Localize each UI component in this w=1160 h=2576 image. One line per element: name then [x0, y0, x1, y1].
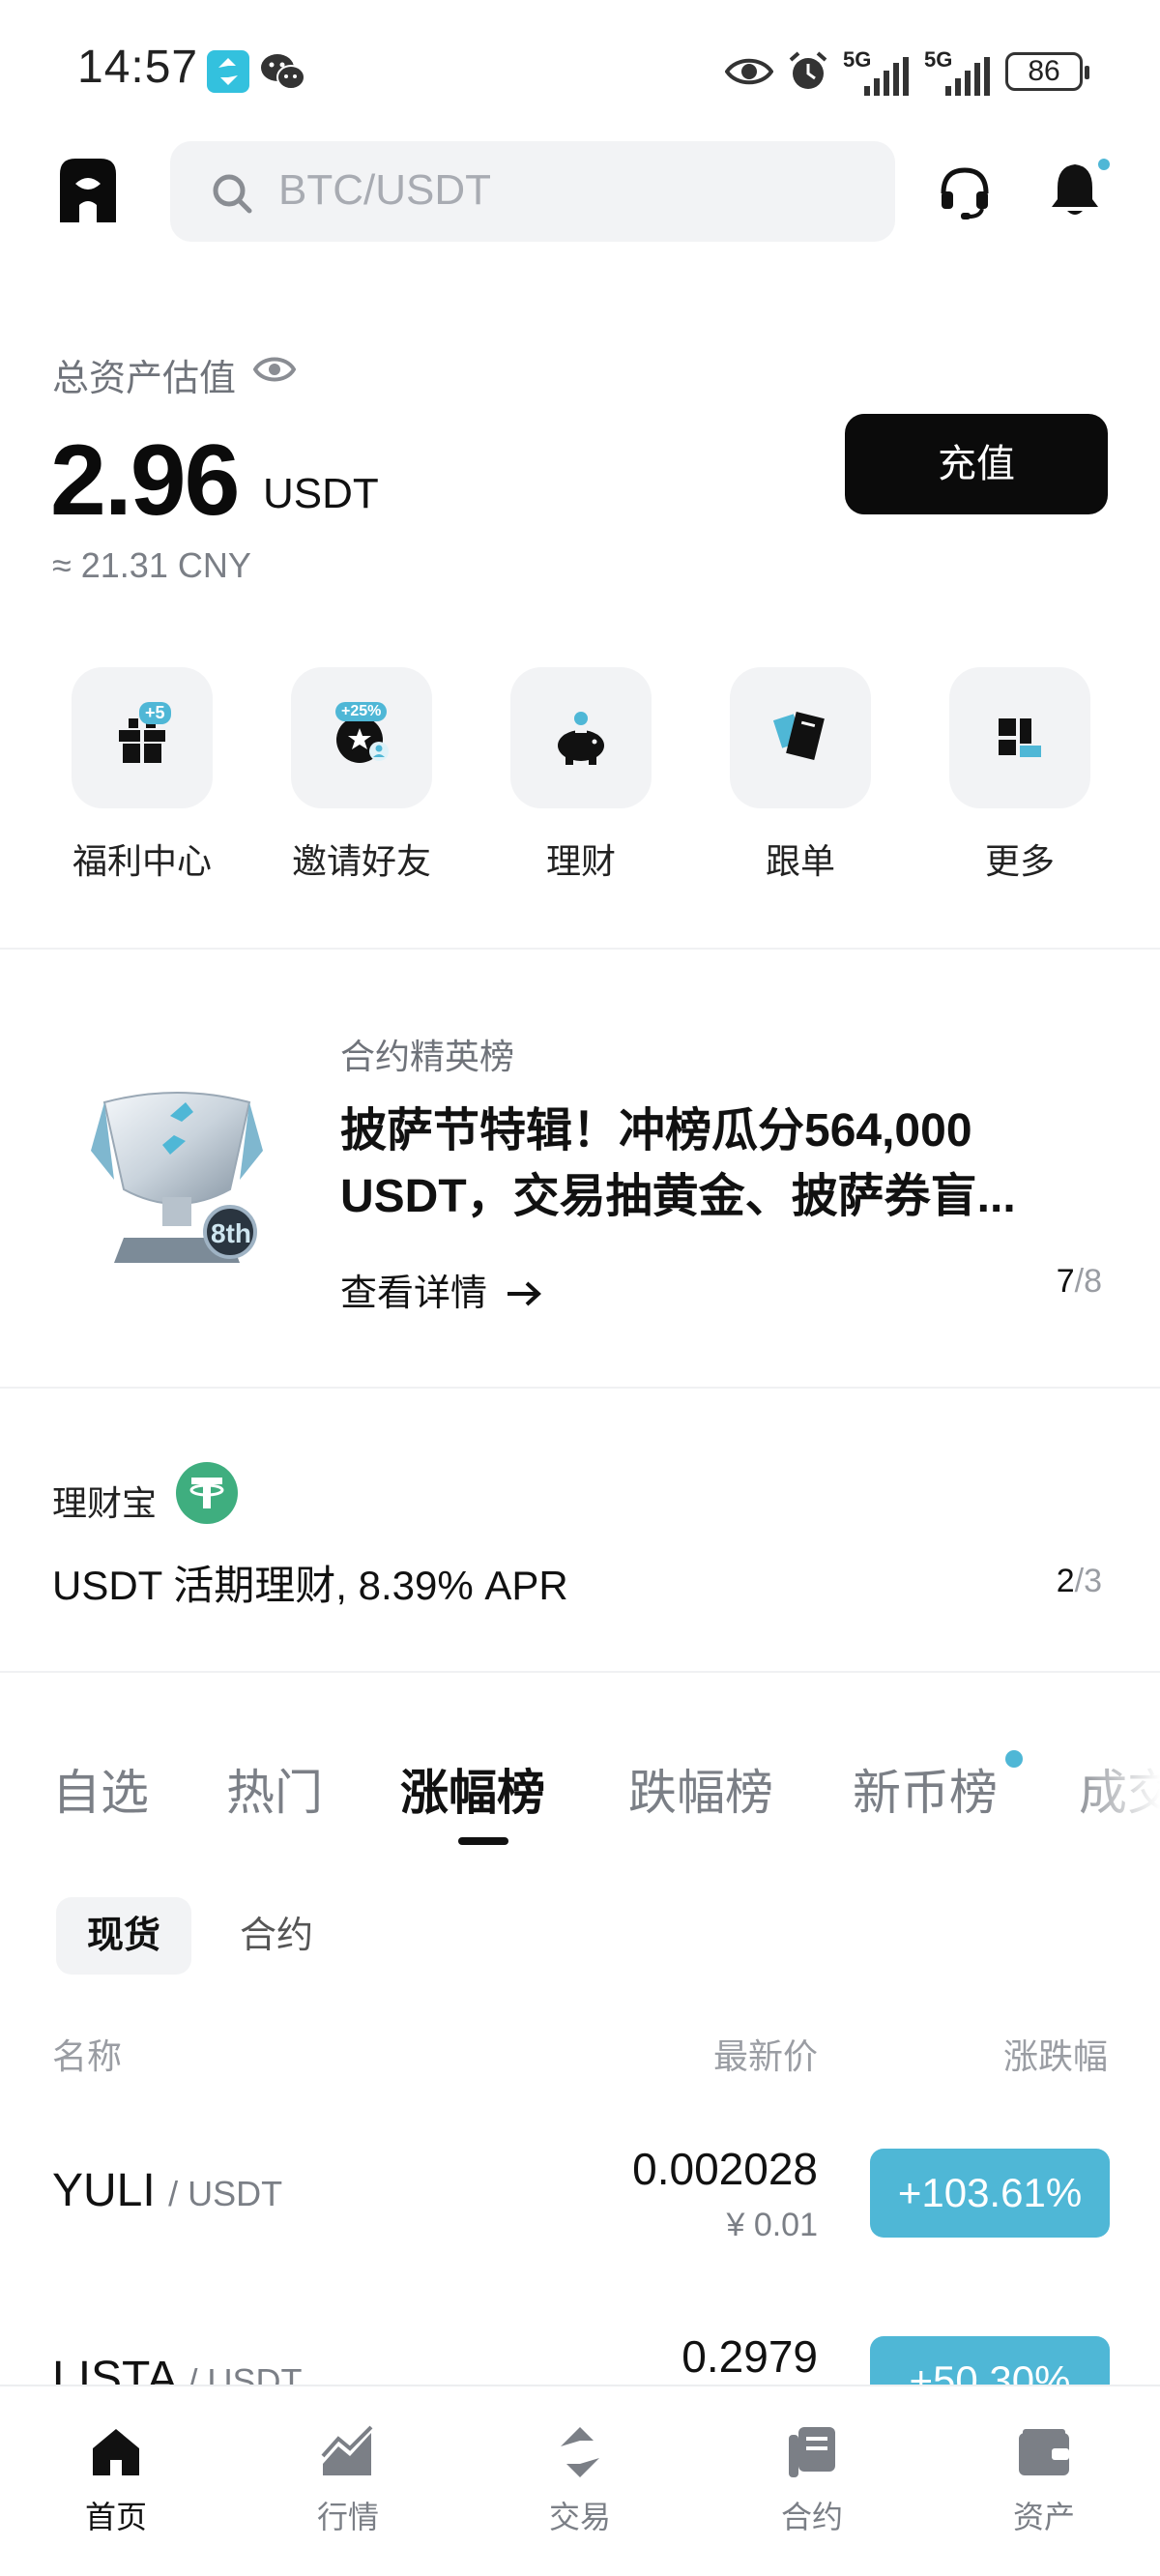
- tabs-fade: [1063, 1741, 1160, 1847]
- signal-icon: 5G: [924, 47, 992, 96]
- rewards-badge: +5: [139, 702, 171, 724]
- search-placeholder: BTC/USDT: [278, 166, 491, 214]
- nav-trade[interactable]: 交易: [512, 2425, 648, 2537]
- banner-link-label: 查看详情: [340, 1273, 488, 1314]
- column-header-name: 名称: [52, 2036, 123, 2076]
- nav-assets[interactable]: 资产: [976, 2425, 1112, 2537]
- quick-action-invite[interactable]: +25% 邀请好友: [291, 667, 432, 884]
- eye-icon: [725, 58, 773, 85]
- market-tabs: 自选 热门 涨幅榜 跌幅榜 新币榜 成交: [0, 1754, 1160, 1841]
- tab-gainers[interactable]: 涨幅榜: [400, 1754, 545, 1824]
- divider: [0, 1387, 1160, 1389]
- tab-hot[interactable]: 热门: [226, 1754, 323, 1824]
- wechat-icon: [259, 50, 305, 93]
- column-header-change: 涨跌幅: [1002, 2036, 1108, 2076]
- quick-action-label: 邀请好友: [291, 841, 431, 881]
- quick-action-earn[interactable]: 理财: [510, 667, 652, 884]
- search-icon: [213, 174, 252, 214]
- new-listings-dot: [1005, 1750, 1023, 1768]
- active-tab-indicator: [458, 1837, 508, 1845]
- bottom-navigation: 首页 行情 交易 合约 资产: [0, 2385, 1160, 2576]
- table-row-cny: ¥ 0.01: [726, 2207, 818, 2243]
- subtab-futures[interactable]: 合约: [209, 1897, 344, 1975]
- copy-trade-icon: [772, 712, 825, 760]
- trophy-rank-badge: 8th: [211, 1218, 251, 1248]
- status-time: 14:57: [77, 42, 199, 93]
- alarm-icon: [789, 51, 827, 89]
- chart-icon: [321, 2425, 373, 2475]
- subtab-spot[interactable]: 现货: [56, 1897, 192, 1975]
- deposit-button[interactable]: 充值: [845, 414, 1108, 514]
- banner-title[interactable]: 披萨节特辑！冲榜瓜分564,000 USDT，交易抽黄金、披萨券盲...: [340, 1098, 1075, 1230]
- nav-markets[interactable]: 行情: [280, 2425, 416, 2537]
- quick-action-label: 福利中心: [72, 841, 212, 881]
- logo-icon[interactable]: [52, 155, 124, 226]
- tether-icon: [176, 1462, 238, 1524]
- bell-icon[interactable]: [1048, 159, 1110, 220]
- quick-action-label: 跟单: [765, 841, 835, 881]
- status-bar: 14:57 5G 5G 86: [0, 0, 1160, 135]
- top-header: BTC/USDT: [0, 141, 1160, 242]
- earn-product-text[interactable]: USDT 活期理财, 8.39% APR: [52, 1553, 568, 1612]
- banner-details-link[interactable]: 查看详情: [340, 1263, 544, 1316]
- home-icon: [93, 2429, 139, 2475]
- quick-action-rewards[interactable]: +5 福利中心: [72, 667, 213, 884]
- battery-icon: 86: [1005, 52, 1089, 91]
- total-assets-label: 总资产估值: [52, 359, 237, 399]
- more-grid-icon: [999, 718, 1041, 757]
- table-row-price: 0.002028: [632, 2144, 818, 2194]
- tab-losers[interactable]: 跌幅榜: [628, 1754, 773, 1824]
- quick-action-more[interactable]: 更多: [949, 667, 1090, 884]
- notification-dot: [1098, 159, 1110, 170]
- headset-icon[interactable]: [936, 162, 994, 220]
- table-row-symbol[interactable]: YULI / USDT: [52, 2164, 282, 2217]
- tab-favorites[interactable]: 自选: [52, 1754, 149, 1824]
- column-header-price: 最新价: [712, 2036, 818, 2076]
- trophy-icon[interactable]: 8th: [85, 1073, 269, 1276]
- change-badge[interactable]: +103.61%: [870, 2149, 1110, 2238]
- nav-home[interactable]: 首页: [48, 2425, 184, 2537]
- arrow-right-icon: [507, 1281, 541, 1306]
- divider: [0, 948, 1160, 950]
- quick-action-label: 理财: [545, 841, 616, 881]
- search-input[interactable]: BTC/USDT: [170, 141, 895, 242]
- total-assets-cny: ≈ 21.31 CNY: [52, 545, 251, 585]
- app-icon: [207, 50, 249, 93]
- wallet-icon: [1019, 2429, 1069, 2475]
- table-row-price: 0.2979: [682, 2331, 818, 2382]
- total-assets-value: 2.96: [50, 424, 240, 537]
- banner-tag: 合约精英榜: [340, 1037, 515, 1076]
- quick-action-label: 更多: [984, 841, 1055, 881]
- trade-icon: [561, 2427, 599, 2477]
- divider: [0, 1671, 1160, 1673]
- earn-pagination: 2/3: [1056, 1563, 1102, 1599]
- earn-label: 理财宝: [52, 1483, 158, 1523]
- total-assets-unit: USDT: [263, 470, 379, 517]
- nav-futures[interactable]: 合约: [744, 2425, 880, 2537]
- tab-new-listings[interactable]: 新币榜: [853, 1754, 998, 1824]
- banner-pagination: 7/8: [1056, 1263, 1102, 1300]
- invite-badge: +25%: [335, 702, 388, 721]
- piggy-bank-icon: [558, 712, 604, 765]
- signal-icon: 5G: [843, 47, 911, 96]
- eye-icon[interactable]: [253, 354, 296, 385]
- quick-action-copy-trade[interactable]: 跟单: [730, 667, 871, 884]
- contract-icon: [789, 2427, 835, 2477]
